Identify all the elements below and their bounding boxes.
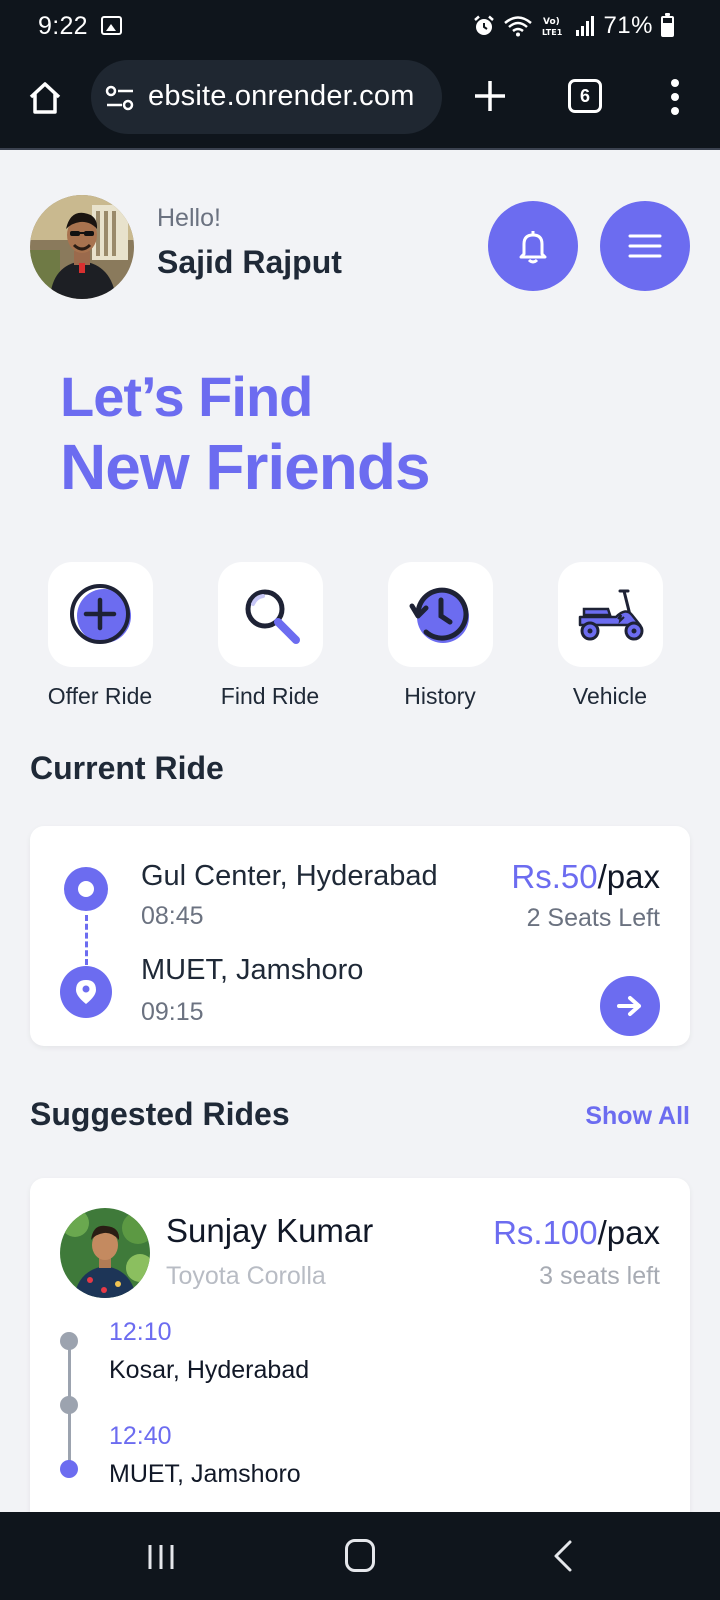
history-icon [409,587,469,643]
wifi-icon [504,16,533,37]
action-history[interactable]: History [365,562,515,712]
ride-destination: MUET, Jamshoro [141,954,364,986]
page-content: Hello! Sajid Rajput Let’s Find New Frien… [0,152,720,1512]
svg-text:LTE1: LTE1 [542,28,563,37]
battery-icon [661,12,674,37]
suggested-rides-title: Suggested Rides [30,1096,290,1132]
headline-line-1: Let’s Find [60,365,313,428]
timeline-dot [60,1332,78,1350]
ride-origin: Gul Center, Hyderabad [141,860,438,892]
action-label: Vehicle [572,683,648,709]
stop-time: 12:40 [109,1422,172,1450]
more-options-icon[interactable] [664,77,686,117]
driver-name: Sunjay Kumar [166,1212,374,1249]
current-ride-card[interactable]: Gul Center, Hyderabad 08:45 MUET, Jamsho… [30,826,690,1046]
notifications-button[interactable] [488,201,578,291]
action-offer-ride[interactable]: Offer Ride [25,562,175,712]
bell-icon [519,231,547,264]
car-model: Toyota Corolla [166,1262,326,1290]
stop-place: MUET, Jamshoro [109,1460,301,1488]
origin-dot-icon [64,867,108,911]
suggested-seats-left: 3 seats left [539,1262,660,1290]
action-label: Offer Ride [47,683,153,709]
system-navigation-bar [0,1512,720,1600]
driver-avatar [60,1208,150,1298]
new-tab-icon[interactable] [472,78,508,114]
greeting-text: Hello! [157,204,221,232]
status-icons: Vo) LTE1 71% [473,12,674,40]
ride-price: Rs.50/pax [511,858,660,895]
arrow-right-icon [617,996,641,1016]
ride-departure-time: 08:45 [141,902,204,930]
menu-button[interactable] [600,201,690,291]
current-ride-title: Current Ride [30,750,224,786]
action-label: History [404,683,476,709]
tab-switcher-button[interactable]: 6 [568,79,602,113]
alarm-icon [474,15,495,35]
show-all-link[interactable]: Show All [585,1102,690,1131]
home-nav-icon[interactable] [345,1539,375,1572]
signal-icon [576,16,595,36]
ride-arrival-time: 09:15 [141,998,204,1026]
timeline-dot-destination [60,1460,78,1478]
search-icon [245,589,300,644]
back-icon[interactable] [551,1539,575,1573]
recent-apps-icon[interactable] [146,1542,176,1572]
location-pin-icon [60,966,112,1018]
suggested-ride-price: Rs.100/pax [493,1214,660,1251]
volte-icon: Vo) LTE1 [542,17,563,37]
site-settings-icon[interactable] [105,84,135,112]
user-name: Sajid Rajput [157,244,342,280]
browser-toolbar: ebsite.onrender.com 6 [0,52,720,150]
action-label: Find Ride [220,683,320,709]
headline-line-2: New Friends [60,431,431,503]
stop-place: Kosar, Hyderabad [109,1356,310,1384]
svg-text:Vo): Vo) [543,17,560,27]
action-vehicle[interactable]: Vehicle [535,562,685,712]
view-ride-button[interactable] [600,976,660,1036]
action-find-ride[interactable]: Find Ride [195,562,345,712]
address-bar[interactable]: ebsite.onrender.com [91,60,442,134]
route-line [85,915,88,965]
seats-left: 2 Seats Left [526,904,660,932]
scooter-icon [578,589,643,640]
gallery-notification-icon [101,16,122,35]
url-text: ebsite.onrender.com [148,80,415,112]
stop-time: 12:10 [109,1318,172,1346]
hamburger-icon [628,234,662,258]
timeline-dot [60,1396,78,1414]
user-avatar[interactable] [30,195,134,299]
battery-percent: 71% [603,12,653,39]
home-icon[interactable] [27,80,63,116]
status-time: 9:22 [38,12,88,40]
status-bar: 9:22 Vo) LTE1 71% [0,0,720,52]
suggested-ride-card[interactable]: Sunjay Kumar Toyota Corolla Rs.100/pax 3… [30,1178,690,1512]
plus-circle-icon [69,583,131,644]
